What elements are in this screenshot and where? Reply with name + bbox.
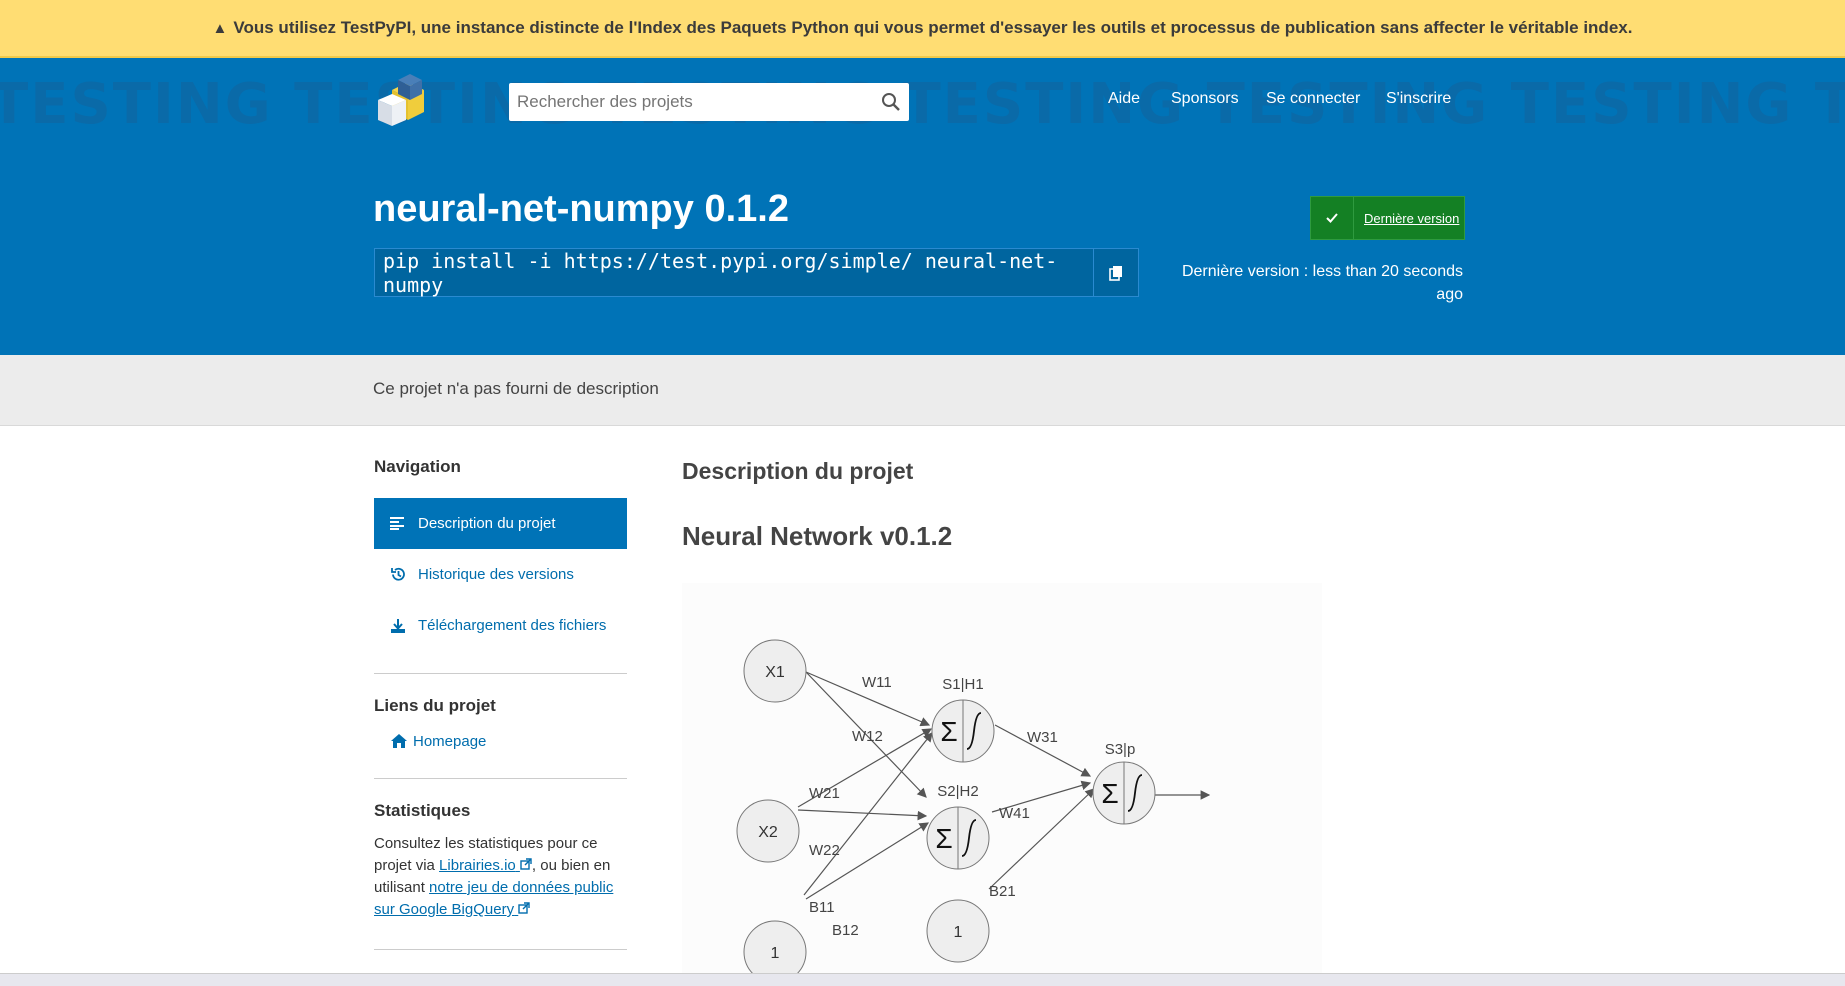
external-link-icon <box>518 902 530 914</box>
libraries-io-label: Librairies.io <box>439 857 516 874</box>
neuron-label: S3|p <box>1105 741 1136 758</box>
weight-label: W21 <box>809 785 840 802</box>
site-header: TESTING TESTING TESTING TESTING TESTING … <box>0 58 1845 145</box>
package-summary-bar: Ce projet n'a pas fourni de description <box>0 355 1845 426</box>
nav-register-link[interactable]: S'inscrire <box>1386 90 1451 108</box>
nav-sponsors-link[interactable]: Sponsors <box>1171 90 1239 108</box>
external-link-icon <box>520 858 532 870</box>
sidebar-item-label: Téléchargement des fichiers <box>418 617 607 634</box>
package-hero: neural-net-numpy 0.1.2 pip install -i ht… <box>0 145 1845 355</box>
weight-label: W11 <box>862 674 892 691</box>
edge-b12 <box>805 822 930 900</box>
nav-login-link[interactable]: Se connecter <box>1266 90 1360 108</box>
banner-text: Vous utilisez TestPyPI, une instance dis… <box>233 18 1633 37</box>
svg-text:1: 1 <box>954 924 963 941</box>
statistics-heading: Statistiques <box>374 801 471 820</box>
warning-icon: ▲ <box>212 19 228 37</box>
svg-text:Σ: Σ <box>935 823 952 854</box>
neuron-label: S2|H2 <box>937 783 978 800</box>
os-taskbar <box>0 973 1845 986</box>
download-icon <box>390 618 410 634</box>
sidebar-item-history[interactable]: Historique des versions <box>374 549 627 600</box>
neuron-label: S1|H1 <box>942 676 983 693</box>
weight-label: W31 <box>1027 729 1058 746</box>
svg-text:1: 1 <box>771 945 780 962</box>
latest-version-button[interactable]: Dernière version <box>1310 196 1465 240</box>
copy-icon[interactable] <box>1093 249 1138 296</box>
package-title: neural-net-numpy 0.1.2 <box>373 188 789 230</box>
svg-text:X2: X2 <box>758 824 778 841</box>
weight-label: W12 <box>852 728 883 745</box>
release-date: Dernière version : less than 20 seconds … <box>1181 263 1463 303</box>
sidebar-divider <box>374 949 627 950</box>
weight-label: W41 <box>999 805 1030 822</box>
project-links-heading: Liens du projet <box>374 696 496 715</box>
libraries-io-link[interactable]: Librairies.io <box>439 857 532 874</box>
sidebar-item-description[interactable]: Description du projet <box>374 498 627 549</box>
nav-help-link[interactable]: Aide <box>1108 90 1140 108</box>
check-icon <box>1311 197 1354 239</box>
neuron-s1: Σ <box>931 699 995 763</box>
edge-w22 <box>797 809 928 821</box>
edge-b21 <box>988 788 1095 890</box>
statistics-text: Consultez les statistiques pour ce proje… <box>374 833 627 921</box>
search-input[interactable] <box>509 85 873 119</box>
sidebar-item-label: Historique des versions <box>418 566 574 583</box>
sidebar-item-label: Description du projet <box>418 515 556 532</box>
search-bar <box>509 83 909 121</box>
neural-network-diagram: X1 X2 1 1 Σ Σ Σ S1|H1 S2|H2 S3|p W11 W12… <box>682 583 1322 985</box>
homepage-link[interactable]: Homepage <box>374 726 627 756</box>
latest-version-label: Dernière version <box>1364 210 1460 226</box>
input-node-x1: X1 <box>743 639 807 703</box>
neuron-s3: Σ <box>1092 761 1156 825</box>
weight-label: B21 <box>989 883 1016 900</box>
sidebar-divider <box>374 778 627 779</box>
align-left-icon <box>390 517 410 530</box>
bias-node-2: 1 <box>926 899 990 963</box>
svg-text:Σ: Σ <box>940 716 957 747</box>
testpypi-warning-banner: ▲ Vous utilisez TestPyPI, une instance d… <box>0 0 1845 58</box>
homepage-label: Homepage <box>413 732 487 750</box>
project-description-heading: Description du projet <box>682 458 914 484</box>
pypi-logo[interactable] <box>372 70 440 132</box>
input-node-x2: X2 <box>736 799 800 863</box>
weight-label: B12 <box>832 922 859 939</box>
home-icon <box>390 733 408 749</box>
weight-label: B11 <box>809 899 835 916</box>
sidebar: Navigation Description du projet Histori… <box>374 425 627 950</box>
svg-text:Σ: Σ <box>1101 778 1118 809</box>
sidebar-item-downloads[interactable]: Téléchargement des fichiers <box>374 600 627 651</box>
testing-watermark: TESTING TESTING TESTING TESTING TESTING … <box>0 72 1845 137</box>
pip-command[interactable]: pip install -i https://test.pypi.org/sim… <box>375 249 1093 297</box>
sidebar-divider <box>374 673 627 674</box>
package-summary: Ce projet n'a pas fourni de description <box>373 379 659 398</box>
neuron-s2: Σ <box>926 806 990 870</box>
history-icon <box>390 566 410 583</box>
search-icon[interactable] <box>873 83 909 121</box>
weight-label: W22 <box>809 842 840 859</box>
readme-title: Neural Network v0.1.2 <box>682 521 953 551</box>
svg-text:X1: X1 <box>765 664 785 681</box>
pip-install-box: pip install -i https://test.pypi.org/sim… <box>374 248 1139 297</box>
navigation-heading: Navigation <box>374 457 461 476</box>
edge-b11 <box>803 732 933 896</box>
